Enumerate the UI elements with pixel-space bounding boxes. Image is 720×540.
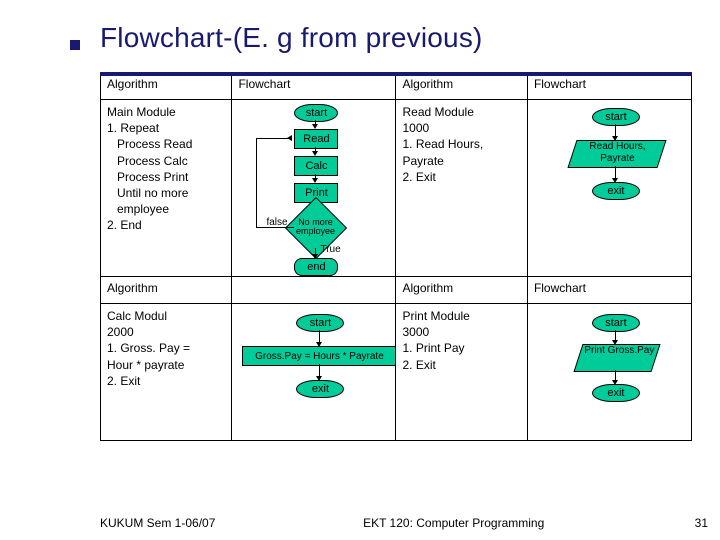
main-l6: employee [117,201,225,217]
decision-text: No more employee [294,206,336,248]
calc-l1: 1. Gross. Pay = [107,340,225,356]
hdr-alg-4: Algorithm [396,277,527,304]
page-number: 31 [695,516,708,530]
print-l1: 1. Print Pay [402,340,520,356]
main-l7: 2. End [107,217,225,233]
start-terminator: start [592,108,640,126]
read-module-text: Read Module 1000 1. Read Hours, Payrate … [396,100,527,277]
read-process: Read [294,129,338,149]
calc-process: Calc [294,156,338,176]
read-io-text: Read Hours, Payrate [573,141,661,164]
title-bullet [70,40,80,50]
calc-num: 2000 [107,324,225,340]
start-terminator: start [592,314,640,332]
main-l2: Process Read [117,136,225,152]
content-table: Algorithm Flowchart Algorithm Flowchart … [100,72,692,441]
calc-module-text: Calc Modul 2000 1. Gross. Pay = Hour * p… [101,304,232,441]
hdr-alg-3: Algorithm [101,277,232,304]
hdr-alg-2: Algorithm [396,73,527,100]
hdr-fc-3-empty [232,277,396,304]
calc-l3: 2. Exit [107,373,225,389]
line [256,138,257,227]
calc-flowchart: start Gross.Pay = Hours * Payrate exit [232,304,396,441]
read-flowchart: start Read Hours, Payrate exit [527,100,691,277]
read-title: Read Module [402,104,520,120]
read-num: 1000 [402,120,520,136]
main-l5: Until no more [117,185,225,201]
arrow-head-icon [287,135,292,141]
calc-process-box: Gross.Pay = Hours * Payrate [242,346,396,366]
exit-terminator: exit [592,182,640,200]
print-flowchart: start Print Gross.Pay exit [527,304,691,441]
exit-terminator: exit [592,384,640,402]
line [256,138,289,139]
print-title: Print Module [402,308,520,324]
calc-title: Calc Modul [107,308,225,324]
print-module-text: Print Module 3000 1. Print Pay 2. Exit [396,304,527,441]
main-module-text: Main Module 1. Repeat Process Read Proce… [101,100,232,277]
hdr-fc-1: Flowchart [232,73,396,100]
true-label: True [320,244,340,255]
read-parallelogram: Read Hours, Payrate [567,140,666,168]
end-terminator: end [294,258,338,276]
hdr-alg-1: Algorithm [101,73,232,100]
start-terminator: start [294,104,338,122]
footer-center: EKT 120: Computer Programming [363,516,544,530]
main-l3: Process Calc [117,153,225,169]
main-l4: Process Print [117,169,225,185]
calc-l2: Hour * payrate [107,357,225,373]
hdr-fc-4: Flowchart [527,277,691,304]
footer-left: KUKUM Sem 1-06/07 [100,516,215,530]
print-parallelogram: Print Gross.Pay [573,344,660,372]
read-l3: 2. Exit [402,169,520,185]
decision-diamond: No more employee [294,206,336,248]
start-terminator: start [296,314,344,332]
main-l1: 1. Repeat [107,120,225,136]
print-num: 3000 [402,324,520,340]
print-l2: 2. Exit [402,357,520,373]
main-flowchart: start Read Calc Print No more employee f… [232,100,396,277]
title-underline [100,72,692,76]
hdr-fc-2: Flowchart [527,73,691,100]
print-io-text: Print Gross.Pay [581,345,657,357]
exit-terminator: exit [296,380,344,398]
read-l2: Payrate [402,153,520,169]
read-l1: 1. Read Hours, [402,136,520,152]
line [256,227,294,228]
main-title: Main Module [107,104,225,120]
slide: Flowchart-(E. g from previous) Algorithm… [0,0,720,540]
slide-title: Flowchart-(E. g from previous) [100,22,692,54]
footer: KUKUM Sem 1-06/07 EKT 120: Computer Prog… [100,516,692,530]
